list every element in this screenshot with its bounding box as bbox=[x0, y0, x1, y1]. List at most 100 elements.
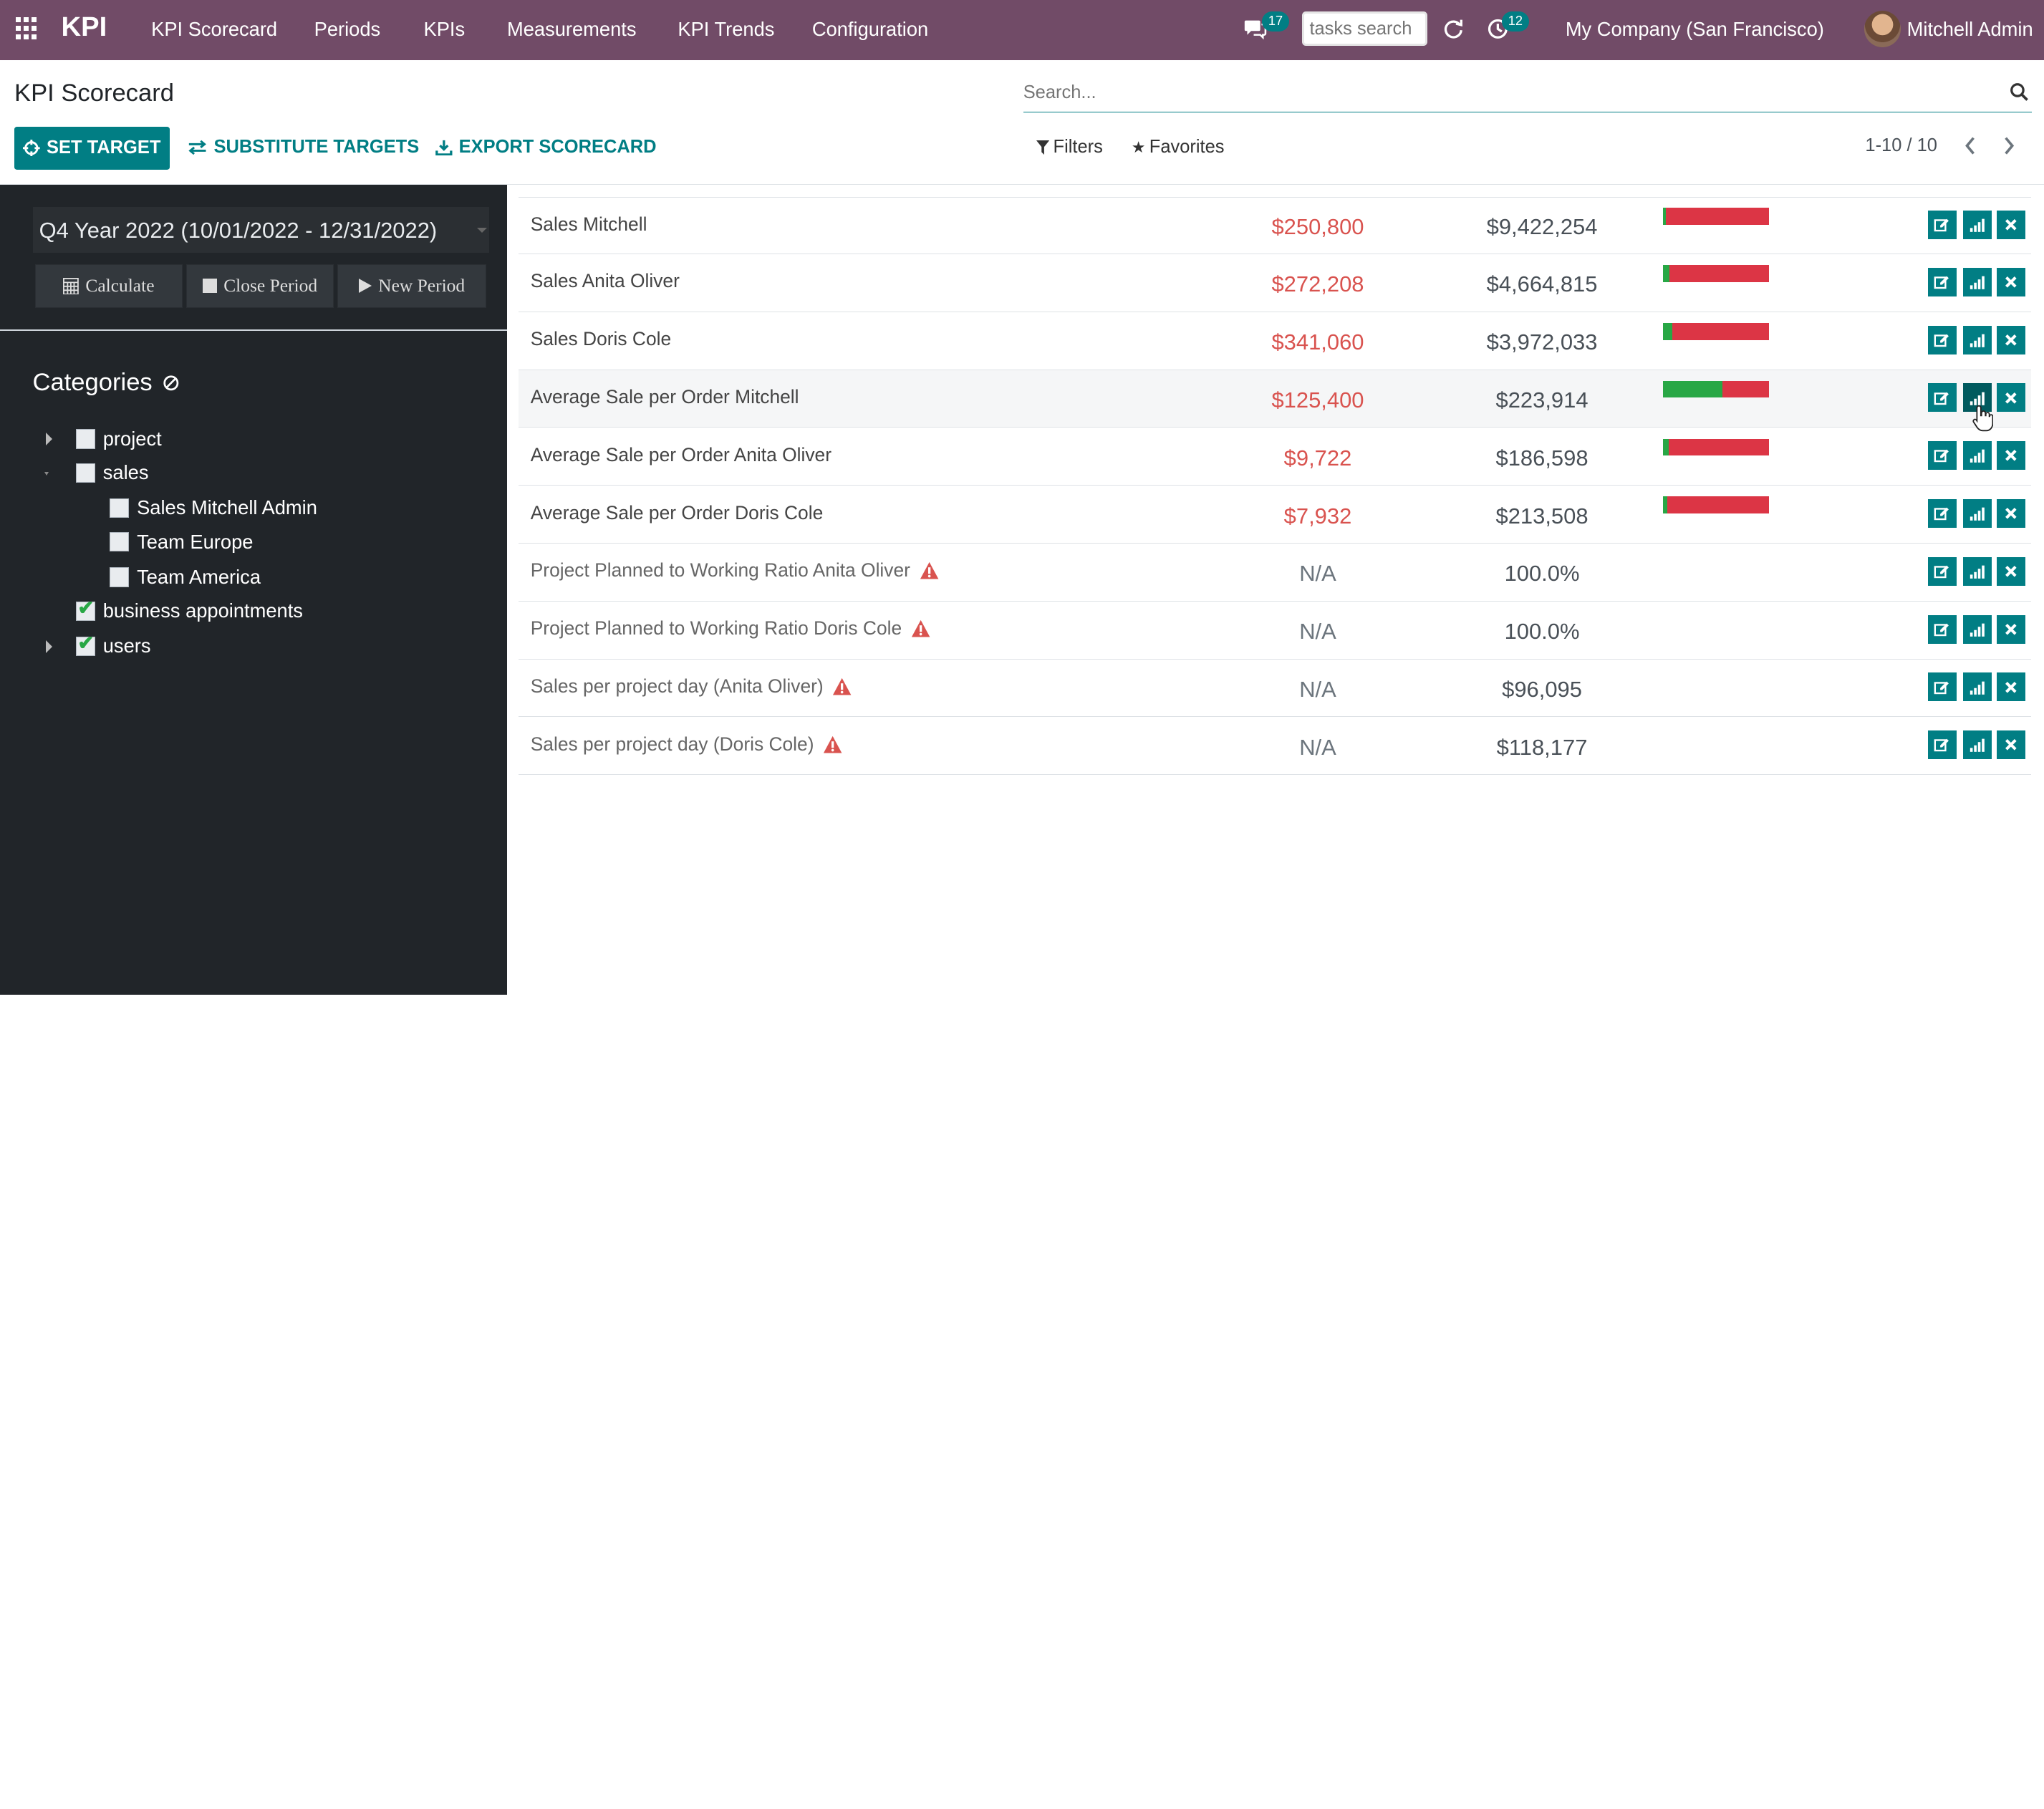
category-project-checkbox[interactable] bbox=[75, 429, 95, 449]
menu-kpis[interactable]: KPIs bbox=[424, 18, 466, 41]
category-users-label: users bbox=[102, 635, 151, 657]
search-icon[interactable] bbox=[2010, 82, 2029, 102]
clear-categories-icon[interactable] bbox=[163, 375, 180, 392]
category-team-america-checkbox[interactable] bbox=[109, 567, 130, 587]
menu-configuration[interactable]: Configuration bbox=[812, 18, 928, 41]
trend-button[interactable] bbox=[1962, 325, 1992, 354]
trend-button[interactable] bbox=[1962, 441, 1992, 471]
table-row[interactable]: Sales Mitchell $250,800 $9,422,254 bbox=[519, 196, 2031, 254]
trend-button[interactable] bbox=[1962, 672, 1992, 702]
close-icon bbox=[2005, 681, 2018, 693]
apps-menu-icon[interactable] bbox=[15, 16, 39, 41]
set-target-button[interactable]: SET TARGET bbox=[14, 126, 170, 170]
pager-value[interactable]: 1-10 / 10 bbox=[1865, 135, 1937, 156]
trend-button[interactable] bbox=[1962, 267, 1992, 296]
edit-button[interactable] bbox=[1927, 211, 1957, 240]
user-avatar[interactable] bbox=[1864, 10, 1901, 47]
period-dropdown-icon[interactable] bbox=[477, 228, 488, 233]
category-sales[interactable]: sales bbox=[75, 461, 148, 484]
pager-previous-icon[interactable] bbox=[1963, 135, 1976, 156]
table-row[interactable]: Average Sale per Order Anita Oliver $9,72… bbox=[519, 428, 2031, 486]
substitute-targets-button[interactable]: SUBSTITUTE TARGETS bbox=[188, 137, 419, 158]
category-team-america[interactable]: Team America bbox=[109, 565, 261, 589]
close-period-button[interactable]: Close Period bbox=[186, 264, 334, 308]
expand-users-icon[interactable] bbox=[45, 640, 52, 653]
edit-button[interactable] bbox=[1927, 614, 1957, 644]
table-row[interactable]: Sales per project day (Doris Cole) N/A $11… bbox=[519, 718, 2031, 776]
signal-bars-icon bbox=[1970, 450, 1985, 463]
table-row[interactable]: Sales Doris Cole $341,060 $3,972,033 bbox=[519, 312, 2031, 370]
sync-icon[interactable] bbox=[1442, 17, 1465, 41]
delete-button[interactable] bbox=[1997, 325, 2026, 354]
menu-kpi-scorecard[interactable]: KPI Scorecard bbox=[151, 18, 277, 41]
filters-dropdown[interactable]: Filters bbox=[1036, 137, 1103, 158]
export-scorecard-label: EXPORT SCORECARD bbox=[458, 137, 657, 158]
trend-button[interactable] bbox=[1962, 556, 1992, 586]
calculate-button[interactable]: Calculate bbox=[35, 264, 183, 308]
menu-periods[interactable]: Periods bbox=[314, 18, 381, 41]
actual-value: N/A bbox=[1299, 561, 1336, 587]
company-switcher[interactable]: My Company (San Francisco) bbox=[1566, 18, 1824, 41]
menu-kpi-trends[interactable]: KPI Trends bbox=[678, 18, 774, 41]
star-icon: ★ bbox=[1131, 138, 1146, 156]
category-team-america-label: Team America bbox=[137, 565, 261, 588]
close-icon bbox=[2005, 739, 2018, 751]
close-icon bbox=[2005, 566, 2018, 577]
new-period-button[interactable]: New Period bbox=[337, 264, 486, 308]
collapse-sales-icon[interactable] bbox=[44, 471, 49, 476]
delete-button[interactable] bbox=[1997, 211, 2026, 240]
user-menu[interactable]: Mitchell Admin bbox=[1907, 18, 2033, 41]
category-users[interactable]: users bbox=[75, 632, 151, 657]
table-row[interactable]: Project Planned to Working Ratio Doris C… bbox=[519, 602, 2031, 660]
edit-button[interactable] bbox=[1927, 556, 1957, 586]
category-project[interactable]: project bbox=[75, 428, 162, 450]
category-sales-mitchell-admin-checkbox[interactable] bbox=[109, 498, 130, 518]
delete-button[interactable] bbox=[1997, 614, 2026, 644]
edit-icon bbox=[1934, 739, 1949, 752]
edit-button[interactable] bbox=[1927, 499, 1957, 529]
table-row[interactable]: Sales per project day (Anita Oliver) N/A $… bbox=[519, 660, 2031, 718]
trend-button[interactable] bbox=[1962, 499, 1992, 529]
delete-button[interactable] bbox=[1997, 383, 2026, 413]
favorites-dropdown[interactable]: ★ Favorites bbox=[1132, 137, 1225, 158]
period-select[interactable]: Q4 Year 2022 (10/01/2022 - 12/31/2022) bbox=[32, 207, 489, 254]
table-row[interactable]: Average Sale per Order Mitchell $125,400 $… bbox=[519, 370, 2031, 428]
substitute-targets-label: SUBSTITUTE TARGETS bbox=[213, 137, 420, 158]
play-icon bbox=[359, 279, 372, 294]
category-team-europe-checkbox[interactable] bbox=[109, 532, 130, 552]
category-business-appointments-checkbox[interactable] bbox=[75, 597, 95, 621]
edit-button[interactable] bbox=[1927, 730, 1957, 760]
app-brand[interactable]: KPI bbox=[62, 11, 107, 43]
delete-button[interactable] bbox=[1997, 672, 2026, 702]
pager-next-icon[interactable] bbox=[2003, 135, 2016, 156]
edit-button[interactable] bbox=[1927, 441, 1957, 471]
expand-project-icon[interactable] bbox=[45, 433, 52, 446]
category-team-europe[interactable]: Team Europe bbox=[109, 531, 253, 554]
delete-button[interactable] bbox=[1997, 441, 2026, 471]
delete-button[interactable] bbox=[1997, 499, 2026, 529]
export-scorecard-button[interactable]: EXPORT SCORECARD bbox=[435, 137, 657, 158]
delete-button[interactable] bbox=[1997, 730, 2026, 760]
category-sales-mitchell-admin[interactable]: Sales Mitchell Admin bbox=[109, 496, 317, 519]
edit-button[interactable] bbox=[1927, 672, 1957, 702]
table-row[interactable]: Project Planned to Working Ratio Anita O… bbox=[519, 544, 2031, 602]
table-row[interactable]: Average Sale per Order Doris Cole $7,932 $… bbox=[519, 486, 2031, 544]
category-business-appointments[interactable]: business appointments bbox=[75, 597, 303, 622]
trend-button[interactable] bbox=[1962, 614, 1992, 644]
signal-bars-icon bbox=[1970, 739, 1985, 753]
category-sales-checkbox[interactable] bbox=[75, 463, 95, 483]
target-value: $118,177 bbox=[1496, 734, 1588, 760]
search-input[interactable] bbox=[1023, 78, 1988, 107]
tasks-search-input[interactable] bbox=[1302, 11, 1427, 46]
trend-button[interactable] bbox=[1962, 211, 1992, 240]
trend-button[interactable] bbox=[1962, 730, 1992, 760]
edit-button[interactable] bbox=[1927, 325, 1957, 354]
target-value: $9,422,254 bbox=[1486, 214, 1598, 240]
delete-button[interactable] bbox=[1997, 267, 2026, 296]
delete-button[interactable] bbox=[1997, 556, 2026, 586]
edit-button[interactable] bbox=[1927, 383, 1957, 413]
table-row[interactable]: Sales Anita Oliver $272,208 $4,664,815 bbox=[519, 255, 2031, 312]
edit-button[interactable] bbox=[1927, 267, 1957, 296]
menu-measurements[interactable]: Measurements bbox=[507, 18, 637, 41]
category-users-checkbox[interactable] bbox=[75, 632, 95, 656]
